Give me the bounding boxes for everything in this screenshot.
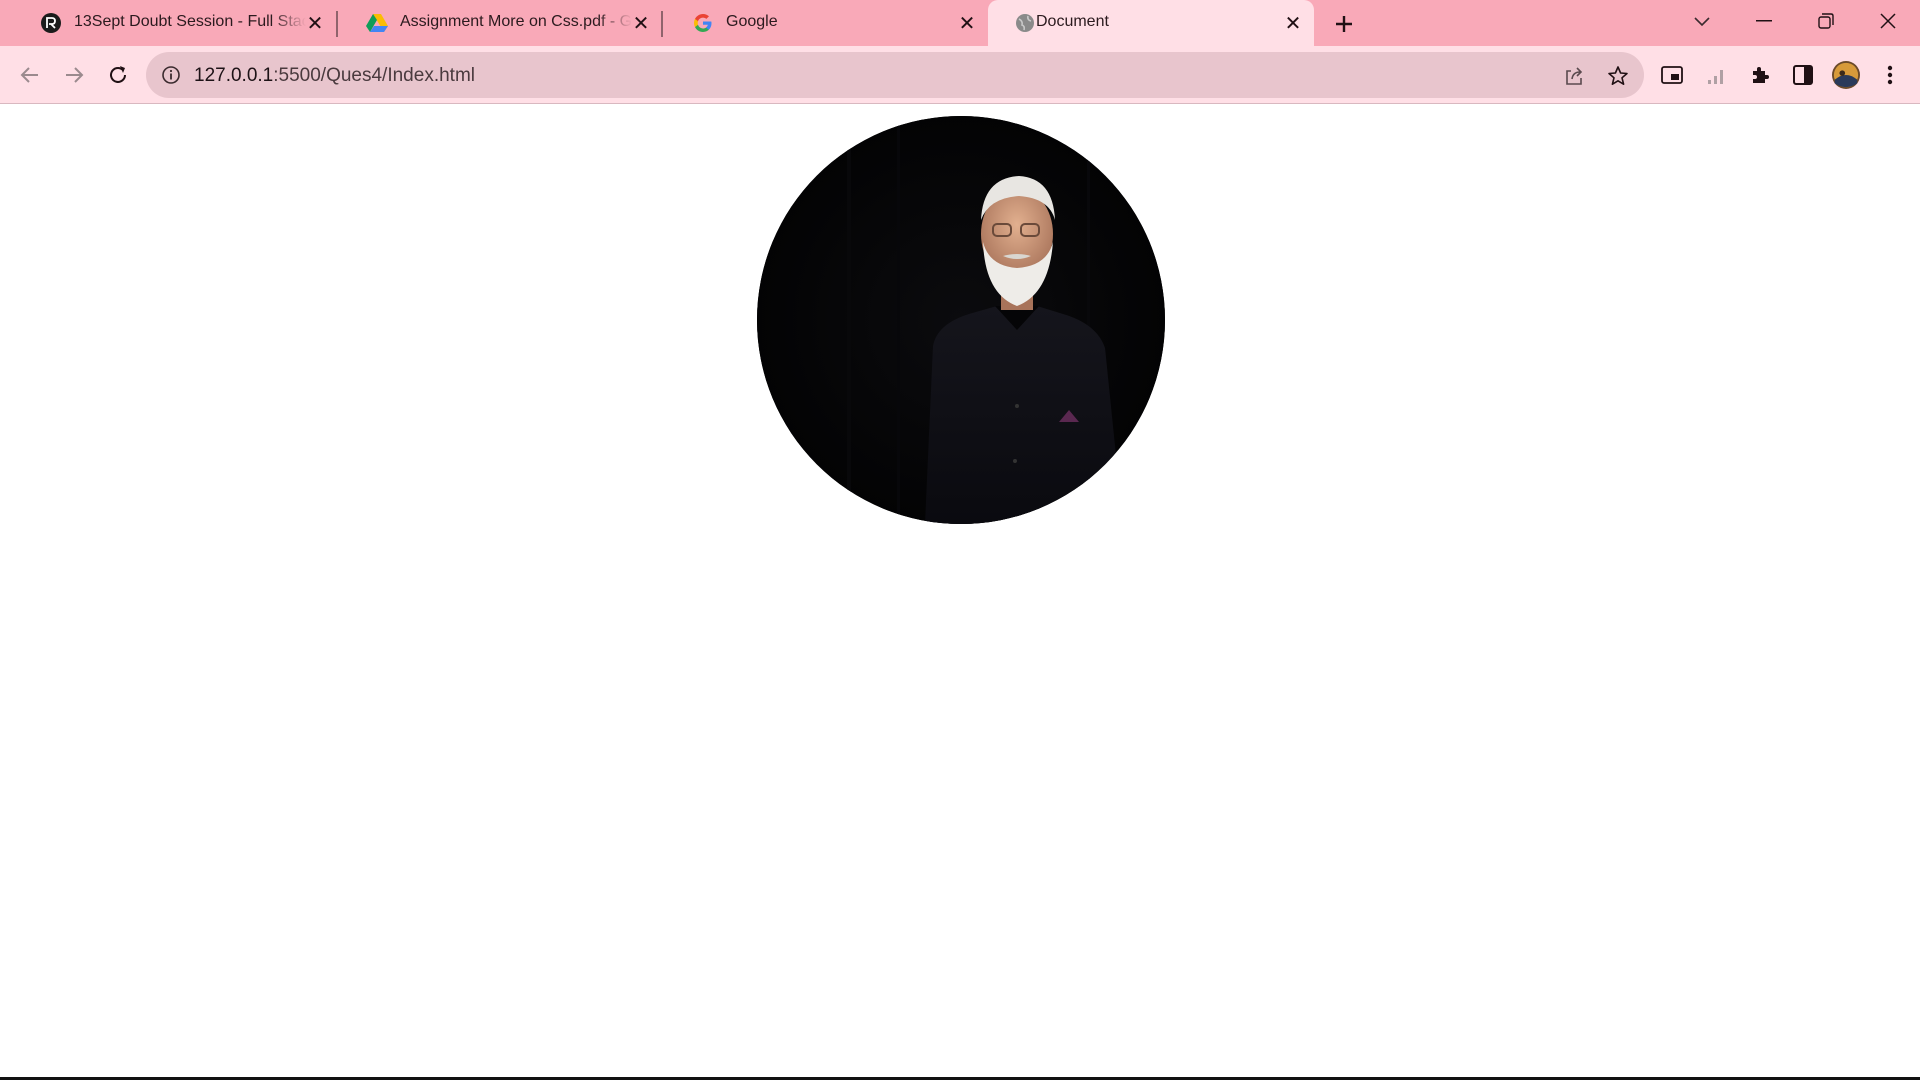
globe-icon <box>1014 12 1036 34</box>
close-tab-icon[interactable]: ✕ <box>630 12 652 35</box>
url-host: 127.0.0.1 <box>194 65 274 86</box>
close-window-icon[interactable] <box>1870 6 1906 36</box>
circular-portrait-image <box>757 116 1165 524</box>
tab-doubt-session[interactable]: 13Sept Doubt Session - Full Stac ✕ <box>14 0 334 46</box>
back-arrow-icon[interactable] <box>16 61 44 89</box>
page-viewport <box>0 105 1920 1077</box>
profile-avatar[interactable] <box>1832 61 1860 89</box>
tab-strip: 13Sept Doubt Session - Full Stac ✕ Assig… <box>0 0 1920 46</box>
tab-title: 13Sept Doubt Session - Full Stac <box>74 13 306 30</box>
tab-separator <box>336 11 338 37</box>
tab-title: Document <box>1036 13 1109 30</box>
tab-separator <box>661 11 663 37</box>
browser-toolbar: 127.0.0.1:5500/Ques4/Index.html <box>0 46 1920 104</box>
url-path: :5500/Ques4/Index.html <box>273 65 475 86</box>
side-panel-icon[interactable] <box>1789 61 1817 89</box>
close-tab-icon[interactable]: ✕ <box>956 12 978 35</box>
reload-icon[interactable] <box>104 61 132 89</box>
minimize-window-icon[interactable] <box>1746 6 1782 36</box>
kebab-menu-icon[interactable] <box>1876 61 1904 89</box>
tab-assignment-pdf[interactable]: Assignment More on Css.pdf - G ✕ <box>340 0 658 46</box>
restore-window-icon[interactable] <box>1808 6 1844 36</box>
close-tab-icon[interactable]: ✕ <box>304 12 326 35</box>
url-text[interactable]: 127.0.0.1:5500/Ques4/Index.html <box>194 65 475 87</box>
tab-document-active[interactable]: Document ✕ <box>988 0 1314 46</box>
google-drive-icon <box>366 12 388 34</box>
tab-google[interactable]: Google ✕ <box>666 0 986 46</box>
pw-logo-icon <box>40 12 62 34</box>
signal-bars-icon[interactable] <box>1702 61 1730 89</box>
extensions-puzzle-icon[interactable] <box>1746 61 1774 89</box>
close-tab-icon[interactable]: ✕ <box>1282 12 1304 35</box>
picture-in-picture-icon[interactable] <box>1658 61 1686 89</box>
tab-title: Assignment More on Css.pdf - G <box>400 13 632 30</box>
tab-title: Google <box>726 13 778 30</box>
bookmark-star-icon[interactable] <box>1606 64 1630 88</box>
google-g-icon <box>692 12 714 34</box>
share-icon[interactable] <box>1562 64 1586 88</box>
address-bar[interactable]: 127.0.0.1:5500/Ques4/Index.html <box>146 52 1644 98</box>
new-tab-button[interactable] <box>1330 10 1358 38</box>
tab-search-chevron-icon[interactable] <box>1684 6 1720 36</box>
browser-window: 13Sept Doubt Session - Full Stac ✕ Assig… <box>0 0 1920 1080</box>
site-info-icon[interactable] <box>160 64 182 86</box>
forward-arrow-icon[interactable] <box>60 61 88 89</box>
